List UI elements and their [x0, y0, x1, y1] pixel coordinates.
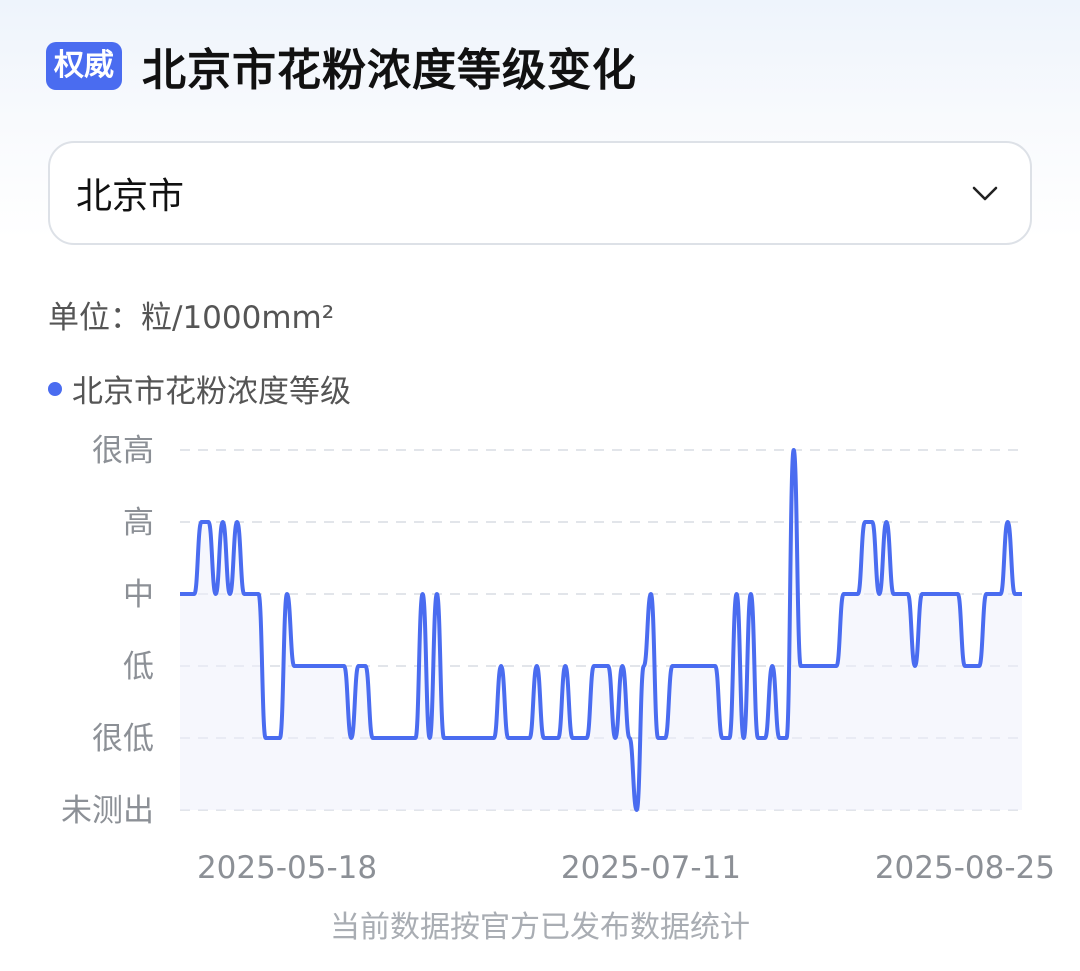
y-tick-label: 高	[123, 505, 154, 541]
footer-note: 当前数据按官方已发布数据统计	[330, 910, 750, 945]
city-selector-value: 北京市	[76, 176, 185, 217]
y-tick-label: 很低	[92, 721, 154, 757]
x-tick-label: 2025-07-11	[561, 850, 741, 886]
y-tick-label: 中	[123, 577, 154, 613]
y-tick-label: 未测出	[61, 793, 154, 829]
chart-legend: 北京市花粉浓度等级	[48, 366, 351, 411]
legend-label: 北京市花粉浓度等级	[72, 374, 351, 410]
y-tick-label: 低	[123, 649, 154, 685]
series-area-fill	[180, 450, 1022, 810]
legend-dot	[48, 381, 62, 396]
chevron-down-icon	[972, 186, 998, 201]
header: 权威 北京市花粉浓度等级变化	[46, 36, 637, 96]
authority-badge: 权威	[46, 42, 122, 90]
y-tick-label: 很高	[92, 433, 154, 469]
page-title: 北京市花粉浓度等级变化	[142, 45, 637, 96]
x-tick-label: 2025-08-25	[875, 850, 1055, 886]
unit-label: 单位：粒/1000mm²	[48, 300, 335, 336]
x-tick-label: 2025-05-18	[197, 850, 377, 886]
city-selector[interactable]: 北京市	[48, 141, 1032, 245]
pollen-line-chart: 未测出 很低 低中高 很高 2025-05-18 2025-07-11 2025-08-2…	[61, 433, 1055, 886]
